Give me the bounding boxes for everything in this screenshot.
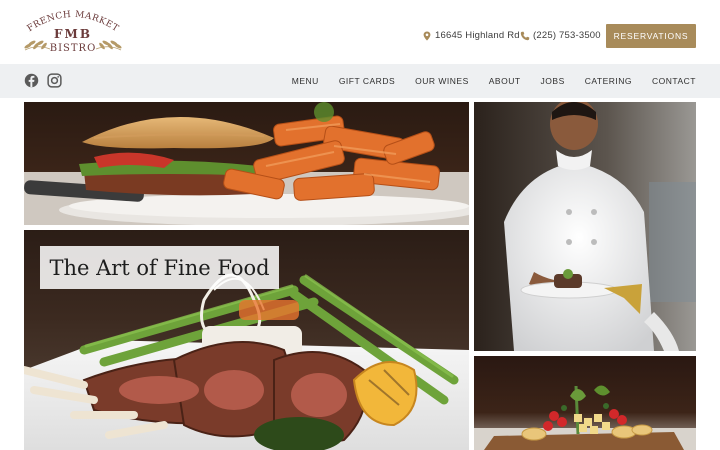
hero-title: The Art of Fine Food (40, 246, 279, 289)
phone-text: (225) 753-3500 (533, 30, 601, 41)
logo-word: BISTRO (50, 43, 97, 54)
facebook-icon[interactable] (24, 73, 39, 88)
instagram-icon[interactable] (47, 73, 62, 88)
map-pin-icon (423, 31, 431, 41)
address-text: 16645 Highland Rd (435, 30, 520, 41)
phone-icon (520, 31, 530, 40)
chef-photo (474, 102, 696, 351)
cheese-board-photo (474, 356, 696, 450)
nav-item-gift-cards[interactable]: GIFT CARDS (339, 76, 395, 86)
site-header: FRENCH MARKET FMB BISTRO 16645 Highland … (0, 0, 720, 64)
sandwich-fries-photo (24, 102, 469, 225)
logo-initials: FMB (54, 27, 92, 41)
laurel-left-icon (24, 40, 51, 51)
address[interactable]: 16645 Highland Rd (422, 30, 520, 41)
nav-item-contact[interactable]: CONTACT (652, 76, 696, 86)
nav-item-menu[interactable]: MENU (292, 76, 319, 86)
reservations-button[interactable]: RESERVATIONS (606, 24, 696, 48)
nav-item-about[interactable]: ABOUT (489, 76, 521, 86)
nav-item-our-wines[interactable]: OUR WINES (415, 76, 469, 86)
phone[interactable]: (225) 753-3500 (520, 30, 601, 41)
laurel-right-icon (95, 40, 122, 51)
nav-menu: MENU GIFT CARDS OUR WINES ABOUT JOBS CAT… (292, 64, 696, 98)
nav-item-jobs[interactable]: JOBS (541, 76, 565, 86)
nav-item-catering[interactable]: CATERING (585, 76, 632, 86)
logo[interactable]: FRENCH MARKET FMB BISTRO (22, 8, 124, 56)
main-nav: MENU GIFT CARDS OUR WINES ABOUT JOBS CAT… (0, 64, 720, 98)
